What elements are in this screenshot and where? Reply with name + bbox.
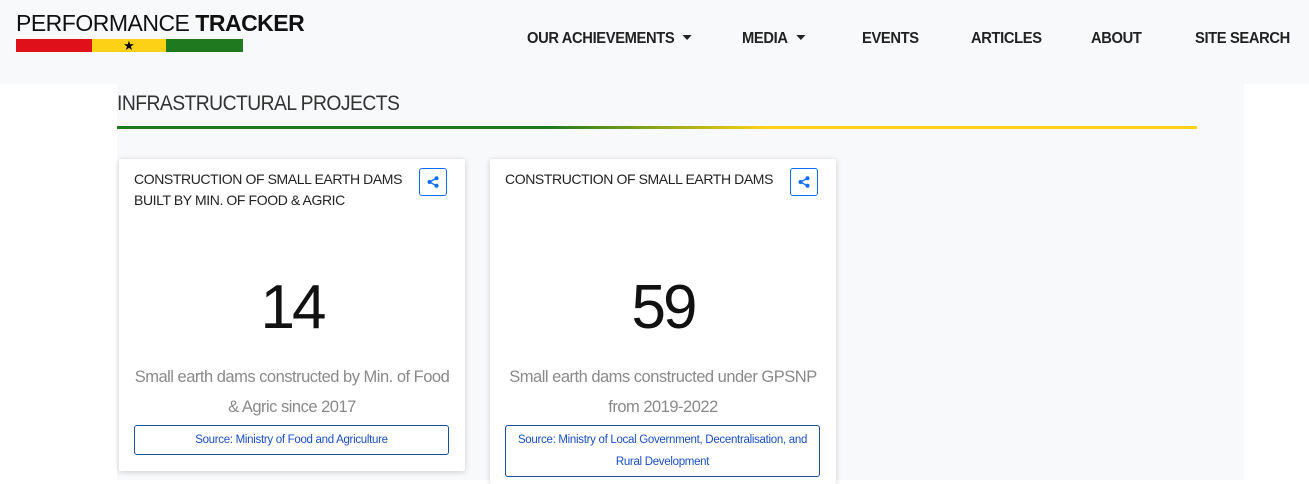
stat-card: CONSTRUCTION OF SMALL EARTH DAMS BUILT B… (119, 159, 465, 471)
stat-description: Small earth dams constructed under GPSNP… (509, 368, 817, 416)
caret-down-icon (682, 35, 692, 40)
share-button[interactable] (790, 168, 818, 196)
stat-value: 14 (260, 273, 327, 342)
black-star-icon: ★ (123, 37, 135, 53)
brand-name-bold: TRACKER (195, 10, 305, 36)
section-title: INFRASTRUCTURAL PROJECTS (117, 92, 400, 115)
nav-site-search-label: SITE SEARCH (1195, 30, 1290, 47)
nav-about-label: ABOUT (1091, 30, 1142, 47)
share-icon (798, 176, 810, 188)
share-icon (427, 176, 439, 188)
nav-our-achievements-label: OUR ACHIEVEMENTS (527, 30, 675, 47)
nav-media[interactable]: MEDIA (742, 30, 806, 48)
share-button[interactable] (419, 168, 447, 196)
caret-down-icon (795, 35, 806, 40)
stat-card: CONSTRUCTION OF SMALL EARTH DAMS 59 Smal… (490, 159, 836, 484)
brand-logo[interactable]: PERFORMANCE TRACKER ★ (16, 10, 305, 52)
source-button[interactable]: Source: Ministry of Food and Agriculture (134, 425, 449, 455)
nav-events-label: EVENTS (862, 30, 919, 47)
nav-media-label: MEDIA (742, 30, 788, 47)
nav-about[interactable]: ABOUT (1091, 30, 1142, 48)
nav-articles[interactable]: ARTICLES (971, 30, 1042, 48)
stat-value: 59 (631, 273, 698, 342)
section-divider (117, 126, 1197, 129)
flag-green-band (166, 39, 243, 52)
stat-description: Small earth dams constructed by Min. of … (134, 368, 450, 416)
card-title: CONSTRUCTION OF SMALL EARTH DAMS BUILT B… (134, 171, 403, 208)
source-button[interactable]: Source: Ministry of Local Government, De… (505, 425, 820, 477)
brand-name-light: PERFORMANCE (16, 10, 196, 36)
card-title: CONSTRUCTION OF SMALL EARTH DAMS (505, 171, 774, 187)
nav-articles-label: ARTICLES (971, 30, 1042, 47)
nav-site-search[interactable]: SITE SEARCH (1195, 30, 1290, 48)
nav-our-achievements[interactable]: OUR ACHIEVEMENTS (527, 30, 692, 48)
ghana-flag-stripe: ★ (16, 39, 243, 52)
top-navbar: PERFORMANCE TRACKER ★ OUR ACHIEVEMENTS M… (0, 0, 1309, 84)
flag-gold-band: ★ (92, 39, 166, 52)
brand-name: PERFORMANCE TRACKER (16, 10, 305, 36)
nav-events[interactable]: EVENTS (862, 30, 919, 48)
flag-red-band (16, 39, 92, 52)
